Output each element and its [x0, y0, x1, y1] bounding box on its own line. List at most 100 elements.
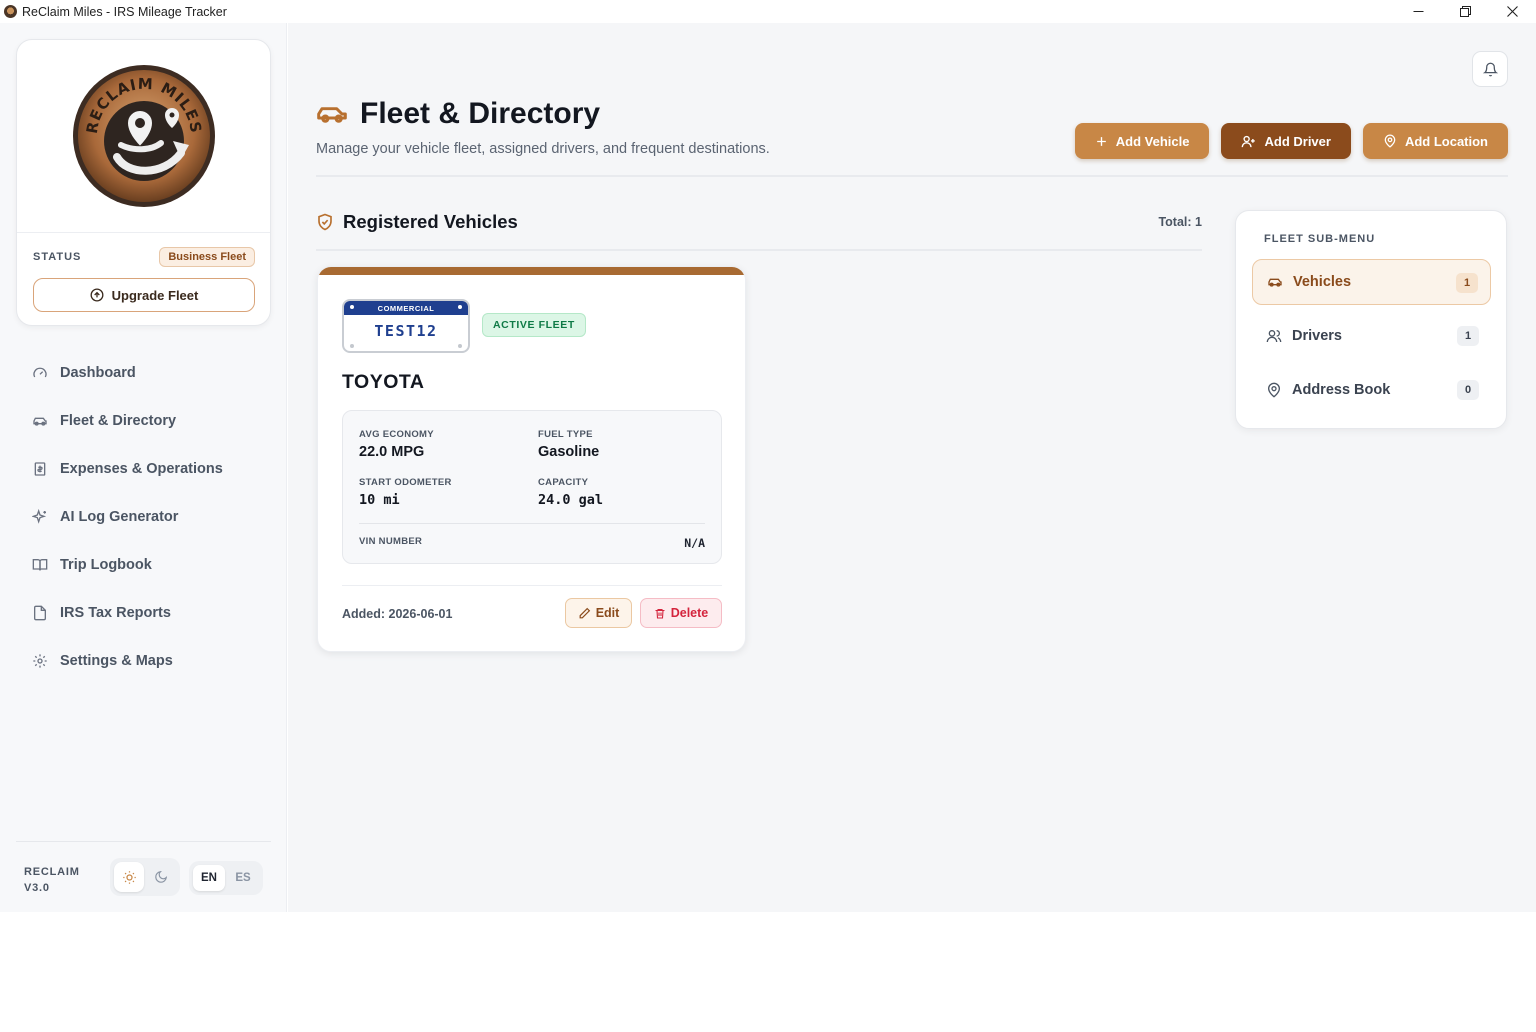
app-version: RECLAIM V3.0 — [24, 866, 80, 894]
submenu-title: FLEET SUB-MENU — [1264, 233, 1376, 245]
page-subtitle: Manage your vehicle fleet, assigned driv… — [316, 141, 770, 157]
users-icon — [1266, 330, 1282, 343]
sidebar-item-label: Dashboard — [60, 365, 136, 381]
light-mode-button[interactable] — [114, 862, 144, 892]
profile-card: RECLAIM MILES STATUS Business Fleet Upgr… — [16, 39, 271, 326]
divider — [316, 175, 1508, 177]
capacity-label: CAPACITY — [538, 477, 589, 488]
lang-en-button[interactable]: EN — [193, 865, 225, 891]
pencil-icon — [579, 607, 590, 618]
app-icon — [4, 5, 17, 18]
reclaim-miles-logo: RECLAIM MILES — [72, 65, 215, 207]
vehicles-count: 1 — [1456, 273, 1478, 293]
edit-vehicle-button[interactable]: Edit — [565, 598, 632, 628]
minimize-button[interactable] — [1395, 0, 1442, 23]
fleet-submenu: FLEET SUB-MENU Vehicles 1 Drivers 1 Addr… — [1235, 210, 1507, 429]
sidebar-item-label: Expenses & Operations — [60, 461, 223, 477]
sidebar-item-settings-maps[interactable]: Settings & Maps — [16, 637, 271, 685]
plus-icon — [1096, 136, 1106, 146]
window-titlebar: ReClaim Miles - IRS Mileage Tracker — [0, 0, 1536, 23]
vehicle-total: Total: 1 — [1158, 215, 1202, 229]
receipt-icon — [34, 462, 46, 476]
moon-icon — [155, 870, 168, 883]
sidebar-item-irs-tax-reports[interactable]: IRS Tax Reports — [16, 589, 271, 637]
status-label: STATUS — [33, 251, 82, 263]
submenu-item-address-book[interactable]: Address Book 0 — [1252, 367, 1491, 413]
section-header: Registered Vehicles Total: 1 — [316, 211, 1202, 251]
map-pin-icon — [1384, 134, 1396, 148]
car-icon — [317, 107, 347, 123]
theme-toggle — [110, 858, 180, 896]
added-date: Added: 2026-06-01 — [342, 607, 453, 621]
card-footer: Added: 2026-06-01 Edit Delete — [342, 585, 722, 635]
sidebar-footer: RECLAIM V3.0 EN ES — [16, 841, 271, 911]
start-odometer-value: 10 mi — [359, 492, 400, 508]
notifications-button[interactable] — [1472, 51, 1508, 87]
avg-economy-label: AVG ECONOMY — [359, 429, 434, 440]
plate-number: TEST12 — [374, 322, 438, 340]
avg-economy-value: 22.0 MPG — [359, 444, 425, 460]
trash-icon — [655, 608, 665, 619]
submenu-item-drivers[interactable]: Drivers 1 — [1252, 313, 1491, 359]
plate-band: COMMERCIAL — [344, 301, 468, 315]
delete-vehicle-button[interactable]: Delete — [640, 598, 722, 628]
logo-area: RECLAIM MILES — [17, 40, 270, 233]
page-header: Fleet & Directory Manage your vehicle fl… — [316, 97, 770, 157]
sidebar-item-expenses-operations[interactable]: Expenses & Operations — [16, 445, 271, 493]
submenu-item-vehicles[interactable]: Vehicles 1 — [1252, 259, 1491, 305]
add-vehicle-button[interactable]: Add Vehicle — [1074, 123, 1210, 159]
sparkles-icon — [32, 509, 47, 524]
upgrade-fleet-button[interactable]: Upgrade Fleet — [33, 278, 255, 312]
arrow-up-circle-icon — [90, 288, 104, 302]
close-button[interactable] — [1489, 0, 1536, 23]
plate-bolt — [458, 344, 462, 348]
lang-es-button[interactable]: ES — [227, 865, 259, 891]
book-icon — [32, 559, 48, 571]
restore-icon — [1460, 6, 1471, 17]
capacity-value: 24.0 gal — [538, 492, 604, 508]
section-title: Registered Vehicles — [343, 211, 518, 232]
sidebar-item-fleet-directory[interactable]: Fleet & Directory — [16, 397, 271, 445]
vehicle-card: COMMERCIAL TEST12 ACTIVE FLEET TOYOTA AV… — [317, 266, 746, 652]
user-plus-icon — [1242, 135, 1256, 147]
sidebar-item-ai-log-generator[interactable]: AI Log Generator — [16, 493, 271, 541]
window-title: ReClaim Miles - IRS Mileage Tracker — [22, 4, 227, 19]
sidebar-nav: Dashboard Fleet & Directory Expenses & O… — [16, 349, 271, 685]
plate-bolt — [350, 344, 354, 348]
address-book-count: 0 — [1457, 380, 1479, 400]
sidebar-item-label: IRS Tax Reports — [60, 605, 171, 621]
minimize-icon — [1413, 11, 1424, 12]
sidebar-item-dashboard[interactable]: Dashboard — [16, 349, 271, 397]
vin-label: VIN NUMBER — [359, 536, 423, 547]
header-actions: Add Vehicle Add Driver Add Location — [1074, 123, 1508, 159]
sidebar-item-label: Fleet & Directory — [60, 413, 177, 429]
page-title: Fleet & Directory — [360, 97, 601, 130]
add-location-button[interactable]: Add Location — [1362, 123, 1508, 159]
sidebar-item-label: AI Log Generator — [60, 509, 179, 525]
drivers-count: 1 — [1457, 326, 1479, 346]
car-icon — [33, 417, 47, 426]
main-content: Fleet & Directory Manage your vehicle fl… — [288, 23, 1536, 912]
bell-icon — [1482, 62, 1498, 76]
sidebar-item-label: Settings & Maps — [60, 653, 173, 669]
language-toggle: EN ES — [189, 861, 263, 895]
vehicle-specs: AVG ECONOMY 22.0 MPG FUEL TYPE Gasoline … — [342, 410, 722, 564]
sidebar-item-label: Trip Logbook — [60, 557, 152, 573]
card-accent-bar — [318, 267, 745, 275]
sun-icon — [122, 870, 136, 884]
sidebar-item-trip-logbook[interactable]: Trip Logbook — [16, 541, 271, 589]
shield-check-icon — [318, 213, 332, 231]
sidebar: RECLAIM MILES STATUS Business Fleet Upgr… — [0, 23, 287, 912]
vehicle-make: TOYOTA — [342, 371, 425, 393]
add-driver-button[interactable]: Add Driver — [1221, 123, 1351, 159]
map-pin-icon — [1267, 382, 1281, 398]
gauge-icon — [33, 367, 47, 378]
gear-icon — [33, 654, 47, 668]
dark-mode-button[interactable] — [146, 862, 176, 892]
vin-value: N/A — [684, 536, 705, 550]
restore-button[interactable] — [1442, 0, 1489, 23]
car-icon — [1268, 278, 1282, 287]
file-icon — [34, 605, 46, 621]
status-badge: Business Fleet — [159, 247, 255, 267]
start-odometer-label: START ODOMETER — [359, 477, 452, 488]
